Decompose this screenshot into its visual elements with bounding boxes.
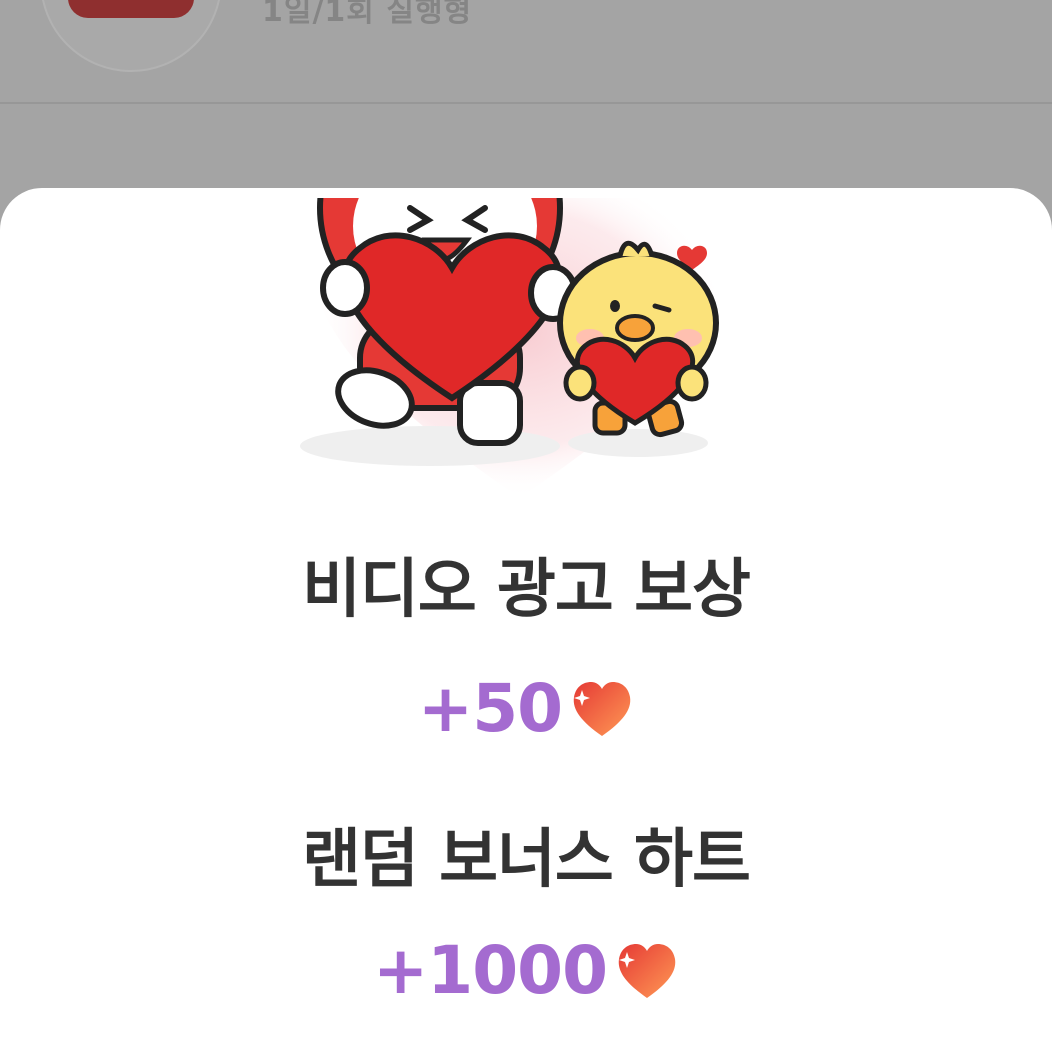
background-row-subtitle: 1일/1회 실행형 — [262, 0, 473, 29]
background-avatar — [40, 0, 222, 72]
video-ad-reward-title: 비디오 광고 보상 — [302, 553, 751, 627]
video-ad-reward-amount-row: +50 — [0, 676, 1052, 742]
screen: 1일/1회 실행형 비디오 광고 보상 +50 랜덤 보너스 하트 +1000 — [0, 0, 1052, 1052]
heart-icon — [573, 682, 631, 736]
background-list-row: 1일/1회 실행형 — [0, 0, 1052, 104]
reward-bottom-sheet: 비디오 광고 보상 +50 랜덤 보너스 하트 +1000 — [0, 188, 1052, 1052]
random-bonus-amount: +1000 — [373, 932, 608, 1009]
video-ad-reward-amount: +50 — [417, 670, 563, 747]
random-bonus-amount-row: +1000 — [0, 938, 1052, 1004]
bow-icon — [68, 0, 194, 18]
heart-icon — [618, 944, 676, 998]
random-bonus-title: 랜덤 보너스 하트 — [302, 823, 751, 897]
